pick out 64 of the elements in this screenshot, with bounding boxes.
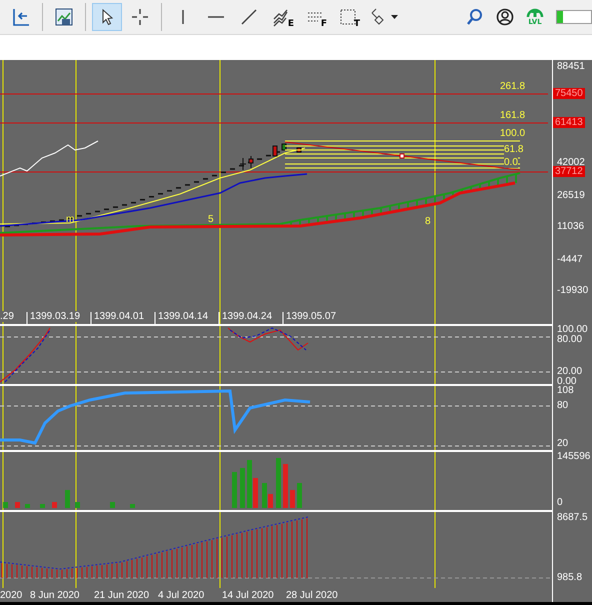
axis-label: -19930 [557,285,588,296]
time-label: 14 Jul 2020 [222,590,274,602]
text-frame-icon [338,6,358,27]
time-label: 2020 [0,590,22,602]
vertical-line-icon [182,10,184,24]
vertical-line [2,386,4,450]
axis-label: 20.00 [557,366,582,378]
axis-label: 108 [557,385,574,396]
vertical-line [434,326,436,384]
date-label: 1399.04.24 [222,311,272,322]
wave-label: 5 [208,214,214,226]
grid-lines-icon [308,12,322,22]
search-icon[interactable] [466,8,484,26]
chart-template-icon [54,6,74,27]
toolbar-button[interactable]: F [300,2,330,31]
time-label: 4 Jul 2020 [158,590,204,602]
trend-line-icon [239,6,259,27]
progress-bar [556,10,592,24]
price-tag: 61413 [553,117,585,128]
axis-label: 0 [557,497,563,508]
axis-label: 100.00 [557,324,588,336]
back-arrow-icon [11,6,31,27]
fibonacci-level-label: 261.8 [500,81,526,92]
date-label: .29 [0,311,14,322]
fibonacci-level-label: 0.0 [504,157,518,168]
fibonacci-level-label: 100.0 [500,128,526,140]
axis-label: 42002 [557,157,585,168]
axis-label: 80 [557,400,568,412]
toolbar-button[interactable] [92,2,122,31]
crosshair-icon [130,6,150,27]
vertical-line [2,326,4,384]
wave-label: 8 [425,216,431,228]
toolbar-button[interactable]: T [333,2,363,31]
date-label: 1399.03.19 [30,311,80,322]
anchor-marker [400,154,404,159]
axis-label: 11036 [557,221,584,232]
time-label: 28 Jul 2020 [286,590,338,602]
horizontal-line-icon [208,16,224,18]
axis-label: 88451 [557,61,585,72]
user-icon[interactable] [496,8,514,26]
time-label: 8 Jun 2020 [30,590,80,602]
axis-label: 26519 [557,190,585,202]
axis-label: 985.8 [557,572,582,584]
axis-label: -4447 [557,254,583,266]
axis-label: 0.00 [557,376,576,388]
vertical-line [2,452,4,510]
axis-label: 145596 [557,451,590,462]
time-label: 21 Jun 2020 [94,590,150,602]
shapes-icon [369,6,399,27]
fibonacci-level-label: 161.8 [500,110,526,122]
price-tag: 37712 [553,166,585,178]
date-label: 1399.04.14 [158,311,208,322]
date-label: 1399.05.07 [286,311,336,322]
toolbar-button[interactable]: E [267,2,297,31]
candlestick-drawing [240,144,302,171]
wave-label: m [66,214,74,226]
date-label: 1399.04.01 [94,311,144,322]
axis-label: 20 [557,438,568,450]
fibonacci-level-label: 61.8 [504,144,524,156]
vertical-line [434,386,436,450]
axis-label: 8687.5 [557,512,588,524]
vertical-line [434,452,436,510]
axis-label: 80.00 [557,334,582,346]
price-tag: 75450 [553,88,585,100]
